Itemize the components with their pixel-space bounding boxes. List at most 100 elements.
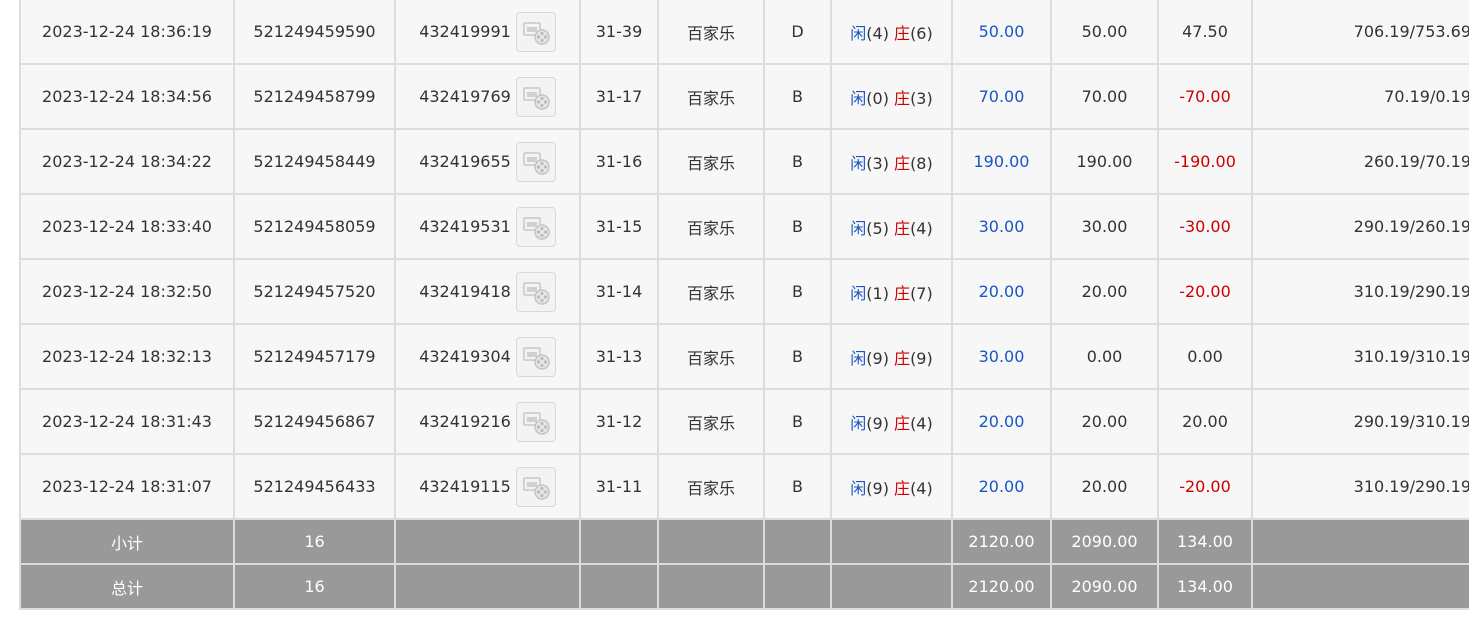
order-id: 521249457179 [233,323,396,390]
game-id: 432419418 [419,282,511,301]
game-type: 百家乐 [657,258,765,325]
total-amount: 2120.00 [951,563,1052,610]
bet-amount: 190.00 [951,128,1052,195]
summary-body: 小计 16 2120.00 2090.00 134.00 总计 16 2120.… [19,518,1469,610]
total-row: 总计 16 2120.00 2090.00 134.00 [19,563,1469,610]
banker-label: 庄 [894,218,911,238]
empty-cell [1251,518,1469,565]
subtotal-valid: 2090.00 [1050,518,1159,565]
valid-bet: 0.00 [1050,323,1159,390]
empty-cell [579,563,659,610]
valid-bet: 20.00 [1050,258,1159,325]
balance-before-after: 310.19/310.19 [1251,323,1469,390]
player-points: (9) [866,348,889,368]
balance-before-after: 310.19/290.19 [1251,453,1469,520]
valid-bet: 50.00 [1050,0,1159,65]
player-label: 闲 [850,283,867,303]
valid-bet: 30.00 [1050,193,1159,260]
empty-cell [1251,563,1469,610]
replay-film-icon[interactable] [515,76,556,117]
valid-bet: 190.00 [1050,128,1159,195]
banker-label: 庄 [894,478,911,498]
empty-cell [394,563,581,610]
valid-bet: 20.00 [1050,388,1159,455]
game-id-cell: 432419769 [394,63,581,130]
banker-points: (9) [910,348,933,368]
game-id: 432419115 [419,477,511,496]
game-result: 闲(9) 庄(9) [830,323,953,390]
game-result: 闲(4) 庄(6) [830,0,953,65]
game-result: 闲(5) 庄(4) [830,193,953,260]
banker-label: 庄 [894,348,911,368]
subtotal-count: 16 [233,518,396,565]
banker-label: 庄 [894,413,911,433]
bet-record-row: 2023-12-24 18:33:40 521249458059 4324195… [19,193,1469,260]
table-round: 31-16 [579,128,659,195]
order-id: 521249459590 [233,0,396,65]
game-type: 百家乐 [657,193,765,260]
player-points: (9) [866,413,889,433]
game-result: 闲(9) 庄(4) [830,388,953,455]
replay-film-icon[interactable] [515,141,556,182]
bet-option: B [763,258,832,325]
balance-before-after: 310.19/290.19 [1251,258,1469,325]
player-label: 闲 [850,348,867,368]
win-loss: 0.00 [1157,323,1253,390]
table-round: 31-14 [579,258,659,325]
replay-film-icon[interactable] [515,401,556,442]
empty-cell [657,518,765,565]
game-id: 432419991 [419,22,511,41]
replay-film-icon[interactable] [515,11,556,52]
bet-amount: 20.00 [951,453,1052,520]
banker-label: 庄 [894,153,911,173]
banker-points: (4) [910,478,933,498]
total-win: 134.00 [1157,563,1253,610]
bet-amount: 30.00 [951,323,1052,390]
banker-label: 庄 [894,23,911,43]
banker-label: 庄 [894,88,911,108]
balance-before-after: 70.19/0.19 [1251,63,1469,130]
bet-amount: 70.00 [951,63,1052,130]
game-result: 闲(1) 庄(7) [830,258,953,325]
bet-option: B [763,453,832,520]
win-loss: -190.00 [1157,128,1253,195]
game-id: 432419655 [419,152,511,171]
game-result: 闲(0) 庄(3) [830,63,953,130]
bet-record-row: 2023-12-24 18:34:22 521249458449 4324196… [19,128,1469,195]
empty-cell [830,518,953,565]
game-result: 闲(3) 庄(8) [830,128,953,195]
win-loss: -20.00 [1157,453,1253,520]
bet-record-row: 2023-12-24 18:36:19 521249459590 4324199… [19,0,1469,65]
balance-before-after: 260.19/70.19 [1251,128,1469,195]
subtotal-row: 小计 16 2120.00 2090.00 134.00 [19,518,1469,565]
replay-film-icon[interactable] [515,336,556,377]
replay-film-icon[interactable] [515,206,556,247]
table-round: 31-12 [579,388,659,455]
game-result: 闲(9) 庄(4) [830,453,953,520]
game-id: 432419304 [419,347,511,366]
player-label: 闲 [850,88,867,108]
bet-record-row: 2023-12-24 18:31:07 521249456433 4324191… [19,453,1469,520]
balance-before-after: 706.19/753.69 [1251,0,1469,65]
bet-record-row: 2023-12-24 18:34:56 521249458799 4324197… [19,63,1469,130]
player-label: 闲 [850,478,867,498]
empty-cell [763,518,832,565]
banker-points: (6) [910,23,933,43]
order-id: 521249456867 [233,388,396,455]
player-label: 闲 [850,153,867,173]
banker-points: (8) [910,153,933,173]
bet-time: 2023-12-24 18:34:22 [19,128,235,195]
total-valid: 2090.00 [1050,563,1159,610]
banker-points: (4) [910,413,933,433]
subtotal-amount: 2120.00 [951,518,1052,565]
bet-record-row: 2023-12-24 18:32:50 521249457520 4324194… [19,258,1469,325]
order-id: 521249458799 [233,63,396,130]
replay-film-icon[interactable] [515,466,556,507]
game-id-cell: 432419115 [394,453,581,520]
replay-film-icon[interactable] [515,271,556,312]
bet-time: 2023-12-24 18:32:13 [19,323,235,390]
bet-option: B [763,63,832,130]
game-id-cell: 432419991 [394,0,581,65]
player-points: (0) [866,88,889,108]
bet-option: D [763,0,832,65]
